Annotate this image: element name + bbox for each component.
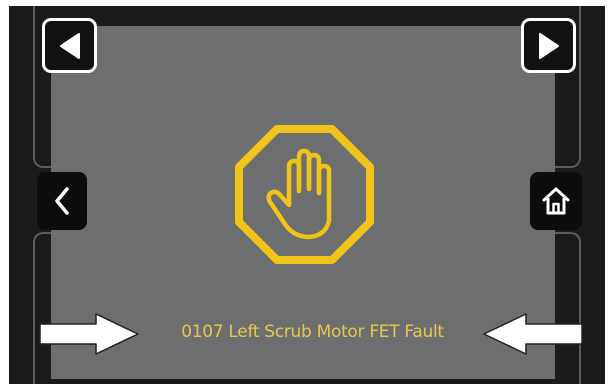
arrow-right-icon — [39, 313, 139, 355]
back-button[interactable] — [37, 172, 87, 230]
arrow-left-icon — [483, 313, 583, 355]
triangle-right-icon — [538, 32, 559, 59]
home-icon — [542, 187, 570, 215]
next-button[interactable] — [521, 18, 576, 73]
triangle-left-icon — [59, 32, 80, 59]
bezel-groove-right-bottom — [555, 232, 581, 384]
bezel-groove-left-bottom — [33, 232, 53, 384]
stop-hand-icon — [235, 125, 374, 264]
fault-message: 0107 Left Scrub Motor FET Fault — [181, 322, 444, 342]
chevron-left-icon — [55, 187, 69, 215]
previous-button[interactable] — [42, 18, 97, 73]
home-button[interactable] — [530, 172, 582, 230]
